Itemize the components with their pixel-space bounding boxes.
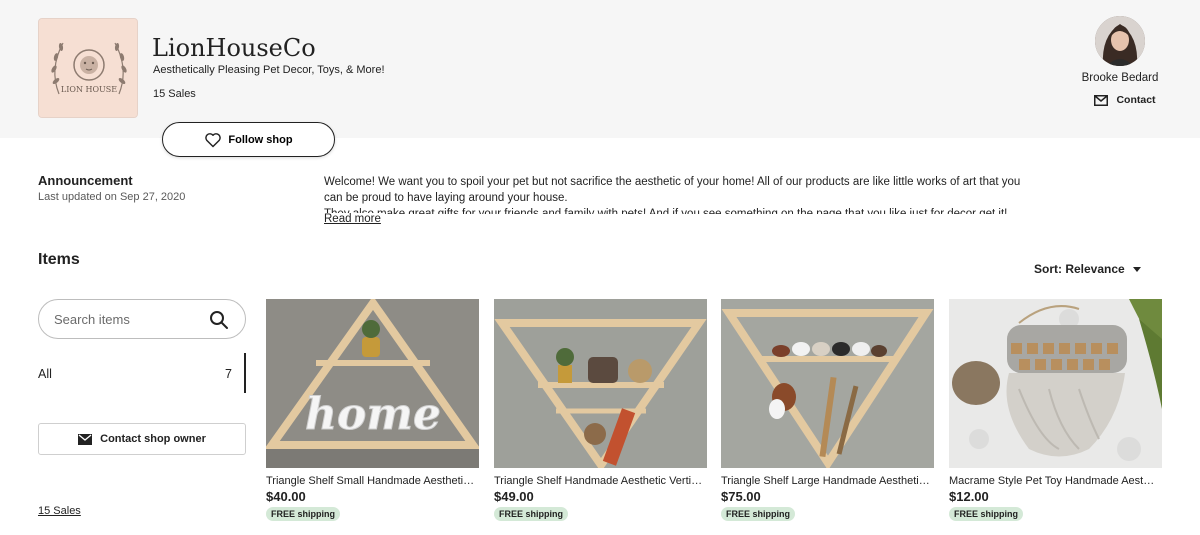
follow-shop-label: Follow shop [228,133,293,146]
contact-owner-link[interactable]: Contact [1070,94,1170,106]
listing-price: $12.00 [949,489,989,504]
sales-link[interactable]: 15 Sales [38,505,81,517]
shop-tagline: Aesthetically Pleasing Pet Decor, Toys, … [153,64,385,76]
listing-title[interactable]: Macrame Style Pet Toy Handmade Aesthetic… [949,475,1160,487]
category-item-all[interactable]: All 7 [38,362,246,386]
category-scrollbar[interactable] [244,353,246,393]
listing-price: $40.00 [266,489,306,504]
free-shipping-badge: FREE shipping [721,507,795,521]
listing-card[interactable]: Triangle Shelf Handmade Aesthetic Vertic… [494,299,707,522]
shop-name: LionHouseCo [152,34,316,62]
listing-card[interactable]: Macrame Style Pet Toy Handmade Aesthetic… [949,299,1162,522]
owner-photo [1095,16,1145,66]
shop-logo[interactable]: LION HOUSE [38,18,138,118]
search-icon[interactable] [209,310,229,330]
listing-price: $49.00 [494,489,534,504]
contact-shop-owner-label: Contact shop owner [100,433,206,445]
announcement-title: Announcement [38,173,133,188]
listing-title[interactable]: Triangle Shelf Handmade Aesthetic Vertic… [494,475,705,487]
listing-card[interactable]: Triangle Shelf Large Handmade Aesthetic … [721,299,934,522]
search-input[interactable] [54,311,194,327]
items-heading: Items [38,251,80,268]
sort-dropdown[interactable]: Sort: Relevance [1034,262,1141,276]
announcement-text: Welcome! We want you to spoil your pet b… [324,174,1044,214]
listing-title[interactable]: Triangle Shelf Small Handmade Aesthetic … [266,475,477,487]
mail-icon [1094,94,1109,106]
listing-image-word: home [305,389,441,440]
logo-text: LION HOUSE [61,85,117,94]
heart-icon [205,132,222,147]
search-items-box [38,299,246,339]
mail-icon [78,433,93,445]
triangle-shelf-vertical-photo [494,299,707,468]
free-shipping-badge: FREE shipping [494,507,568,521]
listing-image[interactable] [721,299,934,468]
follow-shop-button[interactable]: Follow shop [162,122,335,157]
announcement-line: Welcome! We want you to spoil your pet b… [324,176,1021,188]
triangle-shelf-large-photo [721,299,934,468]
announcement-line: They also make great gifts for your frie… [324,208,1008,214]
shop-owner: Brooke Bedard Contact [1070,16,1170,106]
shop-sales-count: 15 Sales [153,88,196,100]
avatar[interactable] [1095,16,1145,66]
listing-image[interactable] [494,299,707,468]
listing-card[interactable]: home Triangle Shelf Small Handmade Aesth… [266,299,479,522]
macrame-pet-toy-photo [949,299,1162,468]
listing-image[interactable] [949,299,1162,468]
read-more-link[interactable]: Read more [324,213,385,225]
chevron-down-icon [1132,266,1141,272]
free-shipping-badge: FREE shipping [949,507,1023,521]
category-label: All [38,367,52,381]
free-shipping-badge: FREE shipping [266,507,340,521]
announcement-date: Last updated on Sep 27, 2020 [38,191,186,203]
listing-image[interactable]: home [266,299,479,468]
listing-title[interactable]: Triangle Shelf Large Handmade Aesthetic … [721,475,932,487]
contact-label: Contact [1116,94,1156,106]
sort-label: Sort: Relevance [1034,262,1125,276]
triangle-shelf-home-photo: home [266,299,479,468]
listing-price: $75.00 [721,489,761,504]
category-count: 7 [225,367,232,381]
owner-name: Brooke Bedard [1081,72,1159,84]
announcement-line: can be proud to have laying around your … [324,192,568,204]
contact-shop-owner-button[interactable]: Contact shop owner [38,423,246,455]
lion-house-logo: LION HOUSE [39,19,137,117]
